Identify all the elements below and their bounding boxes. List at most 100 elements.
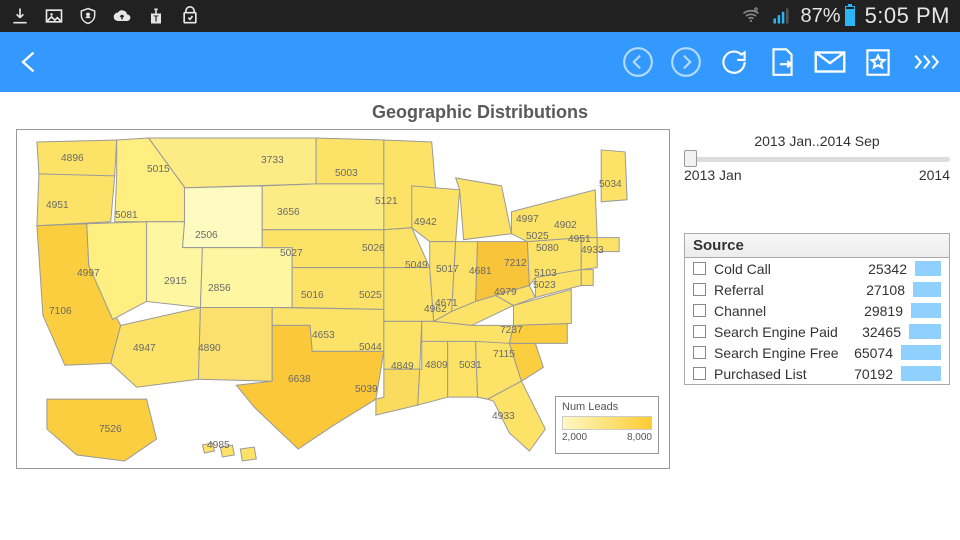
battery-icon <box>845 6 855 26</box>
state-value-ia: 5026 <box>362 243 385 254</box>
state-mi[interactable] <box>456 178 512 240</box>
state-value-il: 5049 <box>405 260 428 271</box>
back-button[interactable] <box>10 42 50 82</box>
page-title: Geographic Distributions <box>0 92 960 123</box>
state-value-wi: 4942 <box>414 217 437 228</box>
signal-icon <box>771 6 791 26</box>
source-bar <box>901 366 941 381</box>
source-value: 65074 <box>843 345 893 361</box>
range-label: 2013 Jan..2014 Sep <box>684 133 950 149</box>
checkbox[interactable] <box>693 367 706 380</box>
state-de[interactable] <box>581 270 593 286</box>
date-range-slider[interactable]: 2013 Jan..2014 Sep 2013 Jan 2014 <box>684 129 950 183</box>
more-button[interactable] <box>902 38 950 86</box>
export-button[interactable] <box>758 38 806 86</box>
battery-indicator: 87% <box>801 5 855 28</box>
state-value-ct: 4933 <box>581 245 604 256</box>
state-value-sd: 3656 <box>277 207 300 218</box>
state-value-nv: 5081 <box>115 210 138 221</box>
slider-thumb[interactable] <box>684 150 697 167</box>
state-value-ar: 5044 <box>359 342 382 353</box>
source-name: Cold Call <box>714 261 857 277</box>
source-row[interactable]: Referral27108 <box>685 279 949 300</box>
cloud-upload-icon <box>112 6 132 26</box>
source-bar <box>915 261 941 276</box>
clock: 5:05 PM <box>865 3 950 29</box>
svg-text:T: T <box>153 13 158 23</box>
source-value: 27108 <box>855 282 905 298</box>
nav-prev-button[interactable] <box>614 38 662 86</box>
checkbox[interactable] <box>693 283 706 296</box>
battery-percent: 87% <box>801 5 841 28</box>
source-row[interactable]: Purchased List70192 <box>685 363 949 384</box>
state-hi_3[interactable] <box>240 447 256 461</box>
state-value-tn: 4962 <box>424 304 447 315</box>
state-value-nc: 7237 <box>500 325 523 336</box>
source-bar <box>911 303 941 318</box>
favorite-button[interactable] <box>854 38 902 86</box>
checkbox[interactable] <box>693 304 706 317</box>
state-value-nj: 4951 <box>568 234 591 245</box>
state-value-in: 5017 <box>436 264 459 275</box>
source-panel: Source Cold Call25342Referral27108Channe… <box>684 233 950 385</box>
state-value-mi: 4997 <box>516 214 539 225</box>
source-bar <box>909 324 941 339</box>
state-value-ks: 5016 <box>301 290 324 301</box>
state-value-pa: 5025 <box>526 231 549 242</box>
source-row[interactable]: Channel29819 <box>685 300 949 321</box>
state-la[interactable] <box>376 369 420 415</box>
state-value-va: 4979 <box>494 287 517 298</box>
checkbox[interactable] <box>693 346 706 359</box>
state-value-wa: 4896 <box>61 153 84 164</box>
source-row[interactable]: Search Engine Paid32465 <box>685 321 949 342</box>
source-header: Source <box>685 234 949 258</box>
state-value-ak: 7526 <box>99 424 122 435</box>
android-status-bar: T 87% 5:05 PM <box>0 0 960 32</box>
state-value-al: 4809 <box>425 360 448 371</box>
image-icon <box>44 6 64 26</box>
state-value-ny2: 5080 <box>536 243 559 254</box>
source-name: Search Engine Paid <box>714 324 851 340</box>
state-co[interactable] <box>200 248 292 308</box>
state-ks[interactable] <box>292 268 384 310</box>
state-value-mn: 5121 <box>375 196 398 207</box>
email-button[interactable] <box>806 38 854 86</box>
state-value-md: 5103 <box>534 268 557 279</box>
us-map[interactable]: 4896495149977106501550812915494748902856… <box>16 129 670 469</box>
source-value: 25342 <box>857 261 907 277</box>
slider-max-label: 2014 <box>919 167 950 183</box>
checkbox[interactable] <box>693 325 706 338</box>
source-name: Search Engine Free <box>714 345 843 361</box>
state-value-ut: 2915 <box>164 276 187 287</box>
status-left-icons: T <box>10 6 200 26</box>
state-value-tx: 6638 <box>288 374 311 385</box>
state-value-mo: 5025 <box>359 290 382 301</box>
source-bar <box>901 345 941 360</box>
legend-title: Num Leads <box>562 401 652 413</box>
state-value-ms: 4849 <box>391 361 414 372</box>
nav-next-button[interactable] <box>662 38 710 86</box>
source-value: 70192 <box>843 366 893 382</box>
wifi-icon <box>741 6 761 26</box>
state-value-ok: 4653 <box>312 330 335 341</box>
source-row[interactable]: Search Engine Free65074 <box>685 342 949 363</box>
state-value-oh: 7212 <box>504 258 527 269</box>
state-value-me: 5034 <box>599 179 622 190</box>
state-value-ne: 5027 <box>280 248 303 259</box>
state-me[interactable] <box>601 150 627 202</box>
state-ms[interactable] <box>418 341 448 405</box>
map-legend: Num Leads 2,000 8,000 <box>555 396 659 454</box>
app-toolbar <box>0 32 960 92</box>
state-wi[interactable] <box>412 186 460 242</box>
state-value-or: 4951 <box>46 200 69 211</box>
refresh-button[interactable] <box>710 38 758 86</box>
source-name: Referral <box>714 282 855 298</box>
checkbox[interactable] <box>693 262 706 275</box>
state-value-nd: 5003 <box>335 168 358 179</box>
source-row[interactable]: Cold Call25342 <box>685 258 949 279</box>
shop-icon <box>180 6 200 26</box>
source-value: 29819 <box>853 303 903 319</box>
download-icon <box>10 6 30 26</box>
state-value-id: 5015 <box>147 164 170 175</box>
source-value: 32465 <box>851 324 901 340</box>
